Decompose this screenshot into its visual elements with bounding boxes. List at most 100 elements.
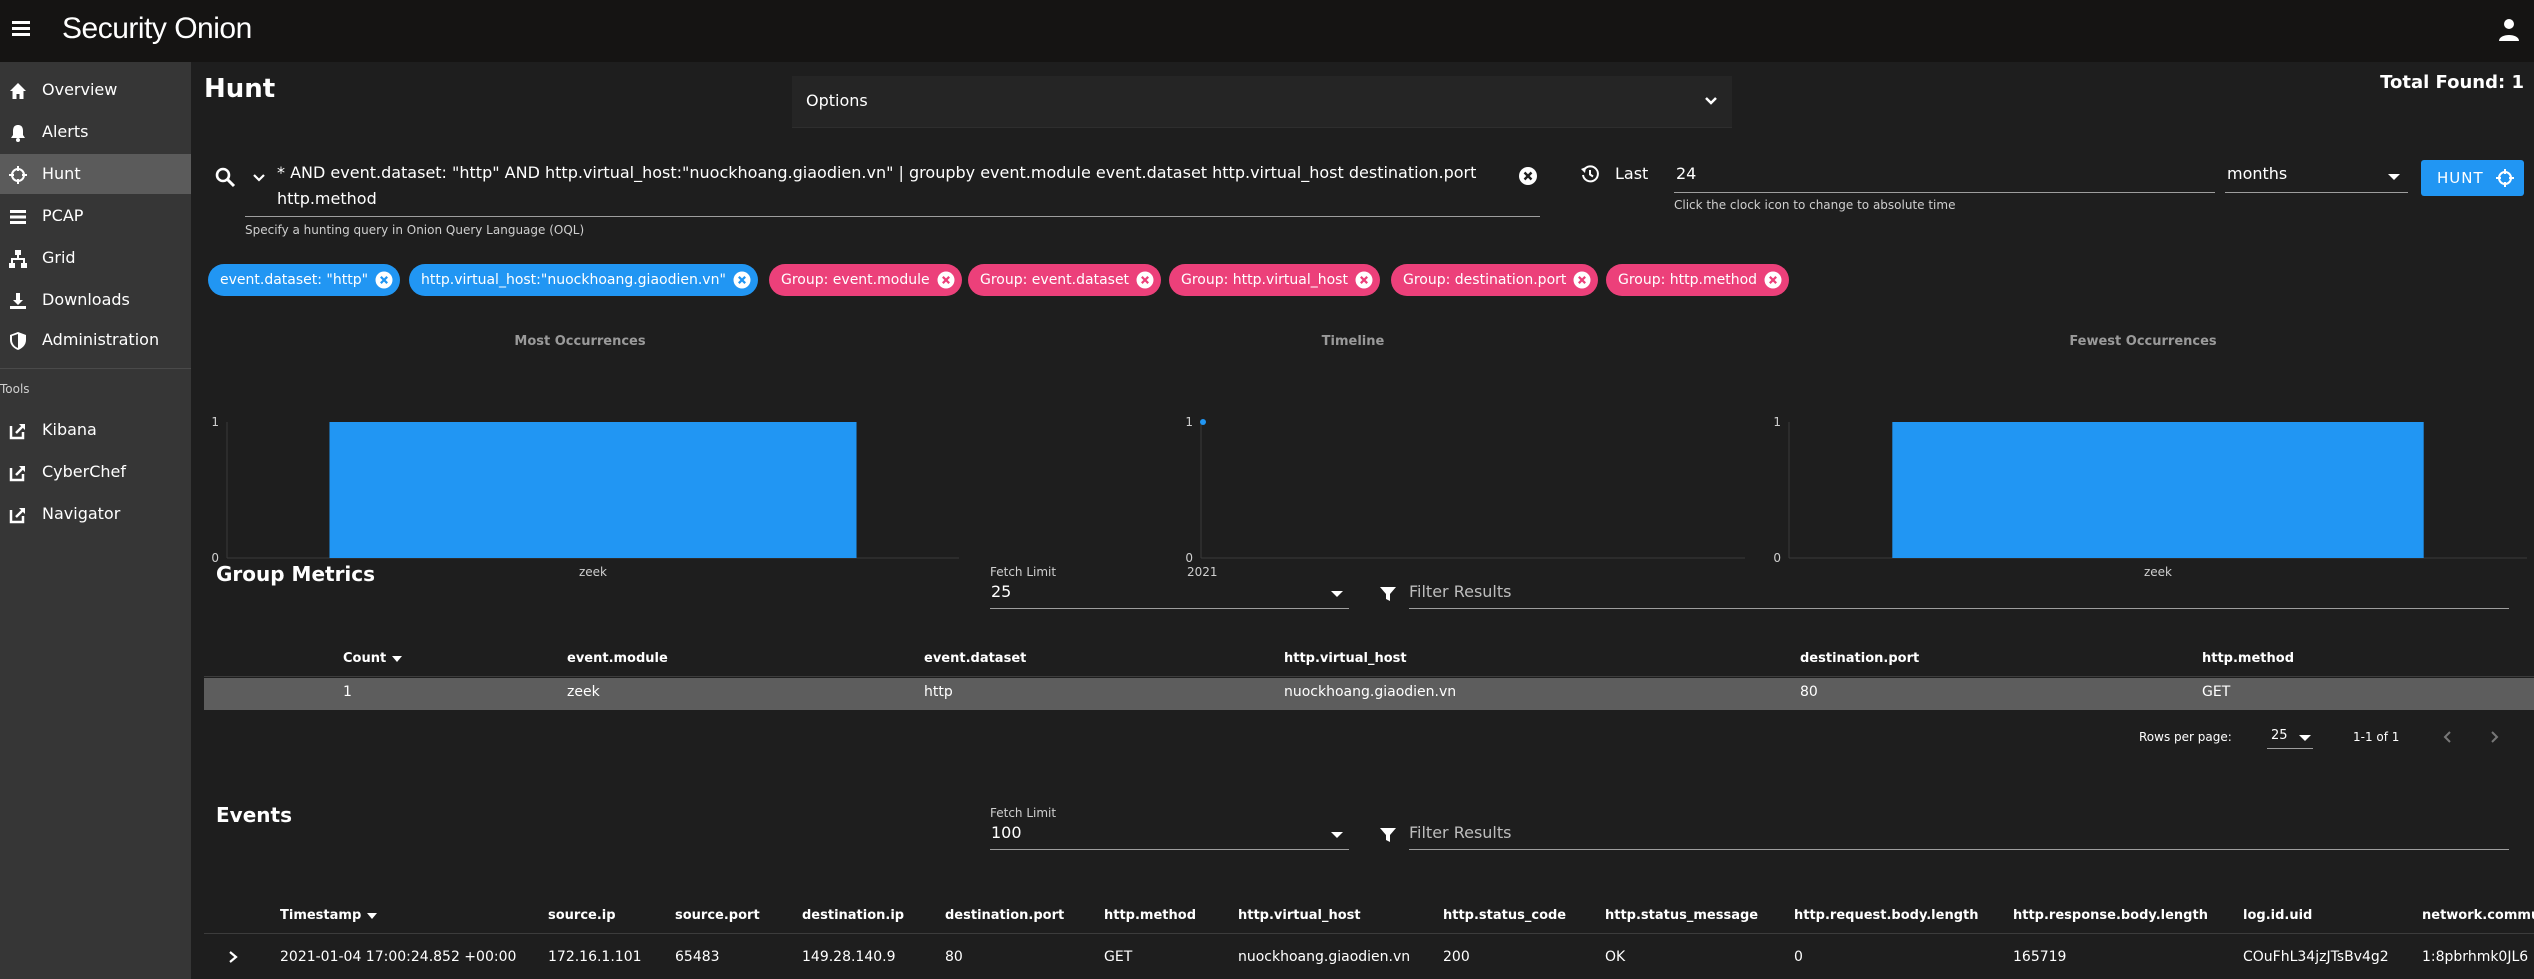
filter-chip[interactable]: http.virtual_host:"nuockhoang.giaodien.v… [409,264,758,296]
sidebar-item-downloads[interactable]: Downloads [0,280,191,320]
column-header[interactable]: Count [343,651,403,666]
remove-chip-icon[interactable] [937,271,955,289]
pagination-range: 1-1 of 1 [2353,730,2400,744]
chart-title-fewest-occurrences: Fewest Occurrences [2069,334,2217,349]
column-header-label: http.method [1104,908,1196,923]
column-header[interactable]: http.virtual_host [1238,908,1361,923]
filter-chip-label: event.dataset: "http" [220,272,369,288]
table-cell: COuFhL34jzJTsBv4g2 [2243,949,2389,965]
rows-per-page-select[interactable]: 25 [2267,725,2313,749]
page-title: Hunt [204,74,276,104]
column-header[interactable]: http.request.body.length [1794,908,1979,923]
column-header[interactable]: destination.ip [802,908,904,923]
events-fetch-limit-select[interactable]: 100 [990,820,1349,850]
column-header[interactable]: http.virtual_host [1284,651,1407,666]
filter-chip[interactable]: event.dataset: "http" [208,264,401,296]
filter-chip-label: Group: event.module [781,272,930,288]
top-app-bar: Security Onion [0,0,2534,62]
column-header-label: destination.ip [802,908,905,923]
sidebar-item-administration[interactable]: Administration [0,320,191,360]
filter-chip[interactable]: Group: event.module [769,264,962,296]
column-header-label: log.id.uid [2243,908,2313,923]
column-header[interactable]: source.port [675,908,760,923]
column-header[interactable]: source.ip [548,908,616,923]
chevron-down-icon [1705,97,1717,105]
filter-chip-label: Group: event.dataset [980,272,1130,288]
external-link-icon [9,466,25,482]
table-cell: 1:8pbrhmk0JL6 [2422,949,2529,965]
options-expander[interactable]: Options [792,76,1732,128]
sidebar-item-alerts[interactable]: Alerts [0,112,191,152]
sidebar-item-label: Grid [42,248,76,267]
filter-chip[interactable]: Group: event.dataset [968,264,1162,296]
chart-title-timeline: Timeline [1321,334,1385,349]
last-label: Last [1615,164,1649,183]
last-duration-hint: Click the clock icon to change to absolu… [1674,198,1956,212]
column-header-label: destination.port [1800,651,1920,666]
rows-per-page-value: 25 [2271,728,2288,743]
shield-icon [10,332,26,350]
sidebar-item-pcap[interactable]: PCAP [0,196,191,236]
column-header-label: http.method [2202,651,2294,666]
x-tick-label: zeek [2144,565,2172,579]
column-header[interactable]: network.community_id [2422,908,2534,923]
group-fetch-limit-select[interactable]: 25 [990,579,1349,609]
events-filter-input[interactable]: Filter Results [1409,820,2509,850]
table-cell: 2021-01-04 17:00:24.852 +00:00 [280,949,517,965]
column-header-label: destination.port [945,908,1065,923]
sidebar-item-label: Kibana [42,420,97,439]
query-history-chevron-icon[interactable] [253,172,265,184]
filter-icon [1380,587,1396,601]
x-tick-label: zeek [579,565,607,579]
sidebar-item-cyberchef[interactable]: CyberChef [0,452,191,492]
column-header[interactable]: http.status_message [1605,908,1758,923]
column-header[interactable]: log.id.uid [2243,908,2312,923]
remove-chip-icon[interactable] [1136,271,1154,289]
y-tick-label: 0 [1773,551,1781,565]
clock-history-icon[interactable] [1580,164,1600,184]
group-fetch-limit-value: 25 [991,582,1012,601]
y-tick-label: 1 [1773,415,1781,429]
column-header[interactable]: destination.port [1800,651,1919,666]
filter-chip-label: Group: http.method [1618,272,1758,288]
table-cell: zeek [567,684,600,700]
search-icon[interactable] [214,166,236,188]
table-cell: nuockhoang.giaodien.vn [1238,949,1411,965]
remove-chip-icon[interactable] [375,271,393,289]
next-page-icon[interactable] [2487,730,2501,744]
column-header[interactable]: Timestamp [280,908,378,923]
column-header[interactable]: http.method [1104,908,1196,923]
user-account-icon[interactable] [2498,18,2520,42]
download-icon [10,293,26,309]
remove-chip-icon[interactable] [1764,271,1782,289]
remove-chip-icon[interactable] [733,271,751,289]
column-header[interactable]: http.status_code [1443,908,1566,923]
column-header[interactable]: http.response.body.length [2013,908,2208,923]
expand-row-chevron-icon[interactable] [227,950,239,964]
last-duration-input[interactable]: 24 [1674,160,2215,193]
query-hint: Specify a hunting query in Onion Query L… [245,223,585,237]
filter-chip[interactable]: Group: http.method [1606,264,1790,296]
sidebar-item-kibana[interactable]: Kibana [0,410,191,450]
sidebar-item-navigator[interactable]: Navigator [0,494,191,534]
remove-chip-icon[interactable] [1355,271,1373,289]
previous-page-icon[interactable] [2441,730,2455,744]
duration-unit-select[interactable]: months [2225,160,2408,193]
table-cell: 80 [1800,684,1818,700]
clear-query-icon[interactable] [1518,166,1538,186]
column-header[interactable]: event.module [567,651,668,666]
column-header[interactable]: http.method [2202,651,2294,666]
column-header-label: http.virtual_host [1284,651,1407,666]
hunt-button[interactable]: HUNT [2421,160,2524,196]
external-link-icon [9,508,25,524]
column-header[interactable]: event.dataset [924,651,1026,666]
hamburger-menu-icon[interactable] [12,18,30,36]
group-filter-input[interactable]: Filter Results [1409,579,2509,609]
sidebar-item-overview[interactable]: Overview [0,70,191,110]
column-header[interactable]: destination.port [945,908,1064,923]
filter-chip[interactable]: Group: destination.port [1391,264,1599,296]
sidebar-item-grid[interactable]: Grid [0,238,191,278]
remove-chip-icon[interactable] [1573,271,1591,289]
filter-chip[interactable]: Group: http.virtual_host [1169,264,1380,296]
sidebar-item-hunt[interactable]: Hunt [0,154,191,194]
